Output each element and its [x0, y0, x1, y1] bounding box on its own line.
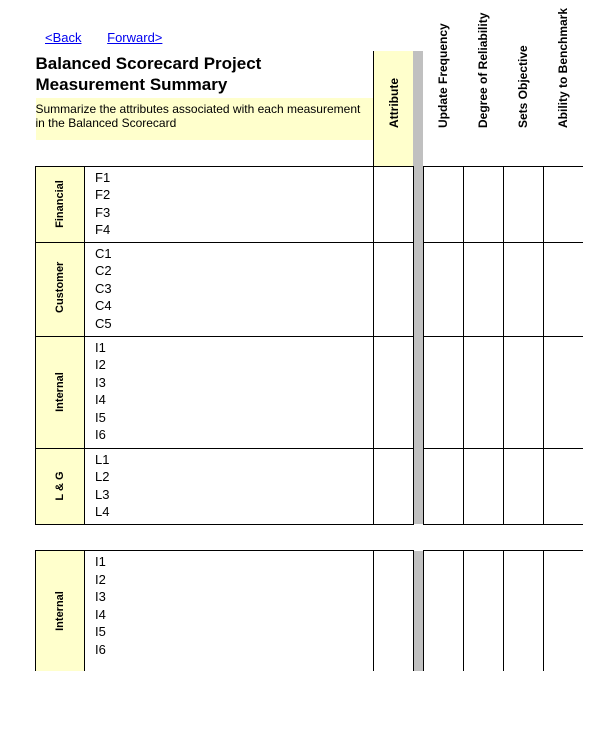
- list-item: I3: [95, 588, 373, 606]
- column-separator: [413, 242, 423, 336]
- col-attribute: Attribute: [373, 51, 413, 166]
- list-item: L1: [95, 451, 373, 469]
- cell: [543, 551, 583, 671]
- perspective-internal: Internal: [36, 336, 85, 448]
- items-internal: I1 I2 I3 I4 I5 I6: [85, 336, 374, 448]
- cell: [463, 242, 503, 336]
- page-subtitle: Summarize the attributes associated with…: [36, 98, 373, 140]
- list-item: I1: [95, 339, 373, 357]
- cell: [423, 166, 463, 242]
- list-item: C2: [95, 262, 373, 280]
- list-item: I4: [95, 391, 373, 409]
- back-link[interactable]: <Back: [45, 30, 82, 45]
- scorecard-table: Balanced Scorecard Project Measurement S…: [35, 51, 583, 550]
- list-item: L4: [95, 503, 373, 521]
- items-customer: C1 C2 C3 C4 C5: [85, 242, 374, 336]
- col-degree-reliability: Degree of Reliability: [463, 51, 503, 166]
- column-separator: [413, 166, 423, 242]
- list-item: I1: [95, 553, 373, 571]
- list-item: I4: [95, 606, 373, 624]
- cell: [373, 448, 413, 524]
- gap-row: [36, 524, 584, 550]
- cell: [423, 551, 463, 671]
- list-item: F2: [95, 186, 373, 204]
- cell: [543, 166, 583, 242]
- cell: [503, 166, 543, 242]
- cell: [463, 336, 503, 448]
- list-item: C5: [95, 315, 373, 333]
- list-item: I5: [95, 409, 373, 427]
- forward-link[interactable]: Forward>: [107, 30, 162, 45]
- perspective-financial: Financial: [36, 166, 85, 242]
- list-item: I3: [95, 374, 373, 392]
- list-item: C1: [95, 245, 373, 263]
- cell: [503, 242, 543, 336]
- perspective-customer: Customer: [36, 242, 85, 336]
- col-ability-benchmark: Ability to Benchmark: [543, 51, 583, 166]
- col-update-frequency: Update Frequency: [423, 51, 463, 166]
- scorecard-table-secondary: Internal I1 I2 I3 I4 I5 I6: [35, 550, 583, 671]
- nav-links: <Back Forward>: [45, 30, 595, 45]
- perspective-internal-2: Internal: [36, 551, 85, 671]
- list-item: F1: [95, 169, 373, 187]
- cell: [423, 336, 463, 448]
- list-item: I5: [95, 623, 373, 641]
- column-separator: [413, 448, 423, 524]
- perspective-lg: L & G: [36, 448, 85, 524]
- list-item: C4: [95, 297, 373, 315]
- cell: [373, 166, 413, 242]
- items-lg: L1 L2 L3 L4: [85, 448, 374, 524]
- list-item: I2: [95, 571, 373, 589]
- cell: [463, 166, 503, 242]
- cell: [543, 448, 583, 524]
- cell: [543, 242, 583, 336]
- items-internal-2: I1 I2 I3 I4 I5 I6: [85, 551, 374, 671]
- cell: [373, 551, 413, 671]
- list-item: I6: [95, 426, 373, 444]
- items-financial: F1 F2 F3 F4: [85, 166, 374, 242]
- list-item: I6: [95, 641, 373, 659]
- cell: [543, 336, 583, 448]
- cell: [503, 551, 543, 671]
- list-item: L2: [95, 468, 373, 486]
- cell: [423, 242, 463, 336]
- column-separator: [413, 551, 423, 671]
- cell: [503, 336, 543, 448]
- list-item: C3: [95, 280, 373, 298]
- cell: [373, 336, 413, 448]
- cell: [503, 448, 543, 524]
- list-item: F4: [95, 221, 373, 239]
- cell: [463, 448, 503, 524]
- list-item: L3: [95, 486, 373, 504]
- list-item: I2: [95, 356, 373, 374]
- cell: [373, 242, 413, 336]
- cell: [463, 551, 503, 671]
- list-item: F3: [95, 204, 373, 222]
- column-separator: [413, 51, 423, 166]
- page-title: Balanced Scorecard Project Measurement S…: [36, 51, 373, 98]
- column-separator: [413, 336, 423, 448]
- cell: [423, 448, 463, 524]
- col-sets-objective: Sets Objective: [503, 51, 543, 166]
